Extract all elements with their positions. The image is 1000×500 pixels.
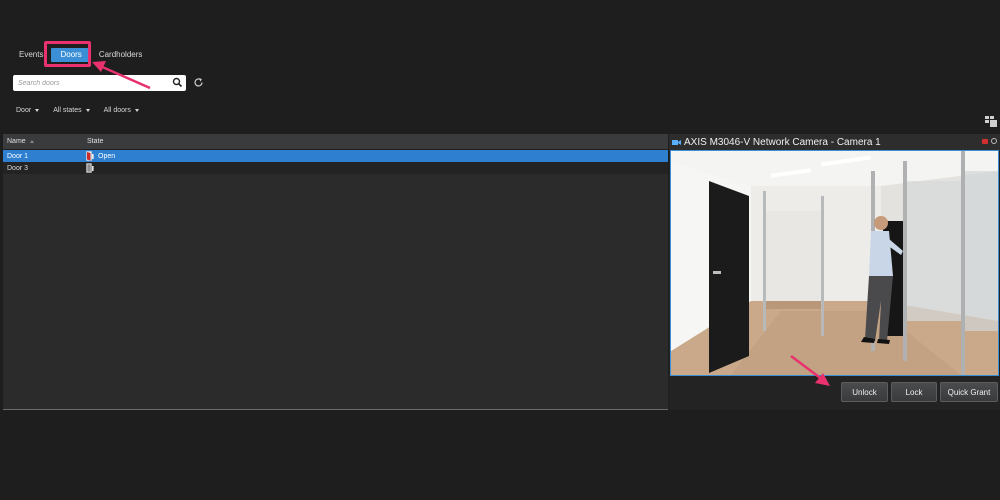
layout-icon[interactable] <box>985 116 997 127</box>
filter-bar: Door All states All doors <box>16 107 139 114</box>
door-state <box>85 163 98 173</box>
door-open-icon <box>86 151 94 161</box>
search-icon[interactable] <box>172 77 183 88</box>
column-header-name[interactable]: Name <box>3 138 85 145</box>
search-input[interactable] <box>13 79 163 87</box>
filter-doors[interactable]: All doors <box>104 107 139 114</box>
camera-panel: AXIS M3046-V Network Camera - Camera 1 U… <box>669 134 1000 410</box>
table-header: Name State <box>3 134 668 150</box>
door-state-label: Open <box>98 152 116 160</box>
camera-options-icon[interactable] <box>991 138 997 144</box>
door-state: Open <box>85 151 115 161</box>
tab-cardholders[interactable]: Cardholders <box>94 48 148 62</box>
filter-label: Door <box>16 107 32 114</box>
chevron-down-icon <box>35 109 40 112</box>
table-row[interactable]: Door 3 <box>3 162 668 174</box>
camera-title-bar: AXIS M3046-V Network Camera - Camera 1 <box>669 134 1000 150</box>
unlock-button[interactable]: Unlock <box>841 382 888 402</box>
door-name: Door 3 <box>7 164 29 172</box>
search-box <box>13 75 186 91</box>
filter-door-type[interactable]: Door <box>16 107 40 114</box>
tab-events[interactable]: Events <box>14 48 48 62</box>
filter-states[interactable]: All states <box>53 107 90 114</box>
quick-grant-button[interactable]: Quick Grant <box>940 382 998 402</box>
table-row[interactable]: Door 1 Open <box>3 150 668 162</box>
filter-label: All states <box>53 107 82 114</box>
tab-bar: Events Doors Cardholders <box>14 46 147 64</box>
camera-icon <box>672 139 681 145</box>
column-label: Name <box>7 138 26 145</box>
recording-icon <box>982 139 988 144</box>
doors-table: Name State Door 1 Open Door 3 <box>3 134 668 410</box>
tab-doors[interactable]: Doors <box>51 48 91 62</box>
camera-video-feed[interactable] <box>670 150 999 376</box>
lock-button[interactable]: Lock <box>891 382 937 402</box>
filter-label: All doors <box>103 107 131 114</box>
chevron-down-icon <box>134 109 139 112</box>
camera-scene <box>671 151 998 375</box>
camera-action-buttons: Unlock Lock Quick Grant <box>841 382 998 402</box>
camera-title: AXIS M3046-V Network Camera - Camera 1 <box>684 136 881 148</box>
chevron-down-icon <box>85 109 90 112</box>
refresh-icon[interactable] <box>193 77 204 88</box>
door-name: Door 1 <box>7 152 29 160</box>
column-header-state[interactable]: State <box>85 138 103 145</box>
door-closed-icon <box>86 163 94 173</box>
sort-ascending-icon <box>29 140 34 143</box>
